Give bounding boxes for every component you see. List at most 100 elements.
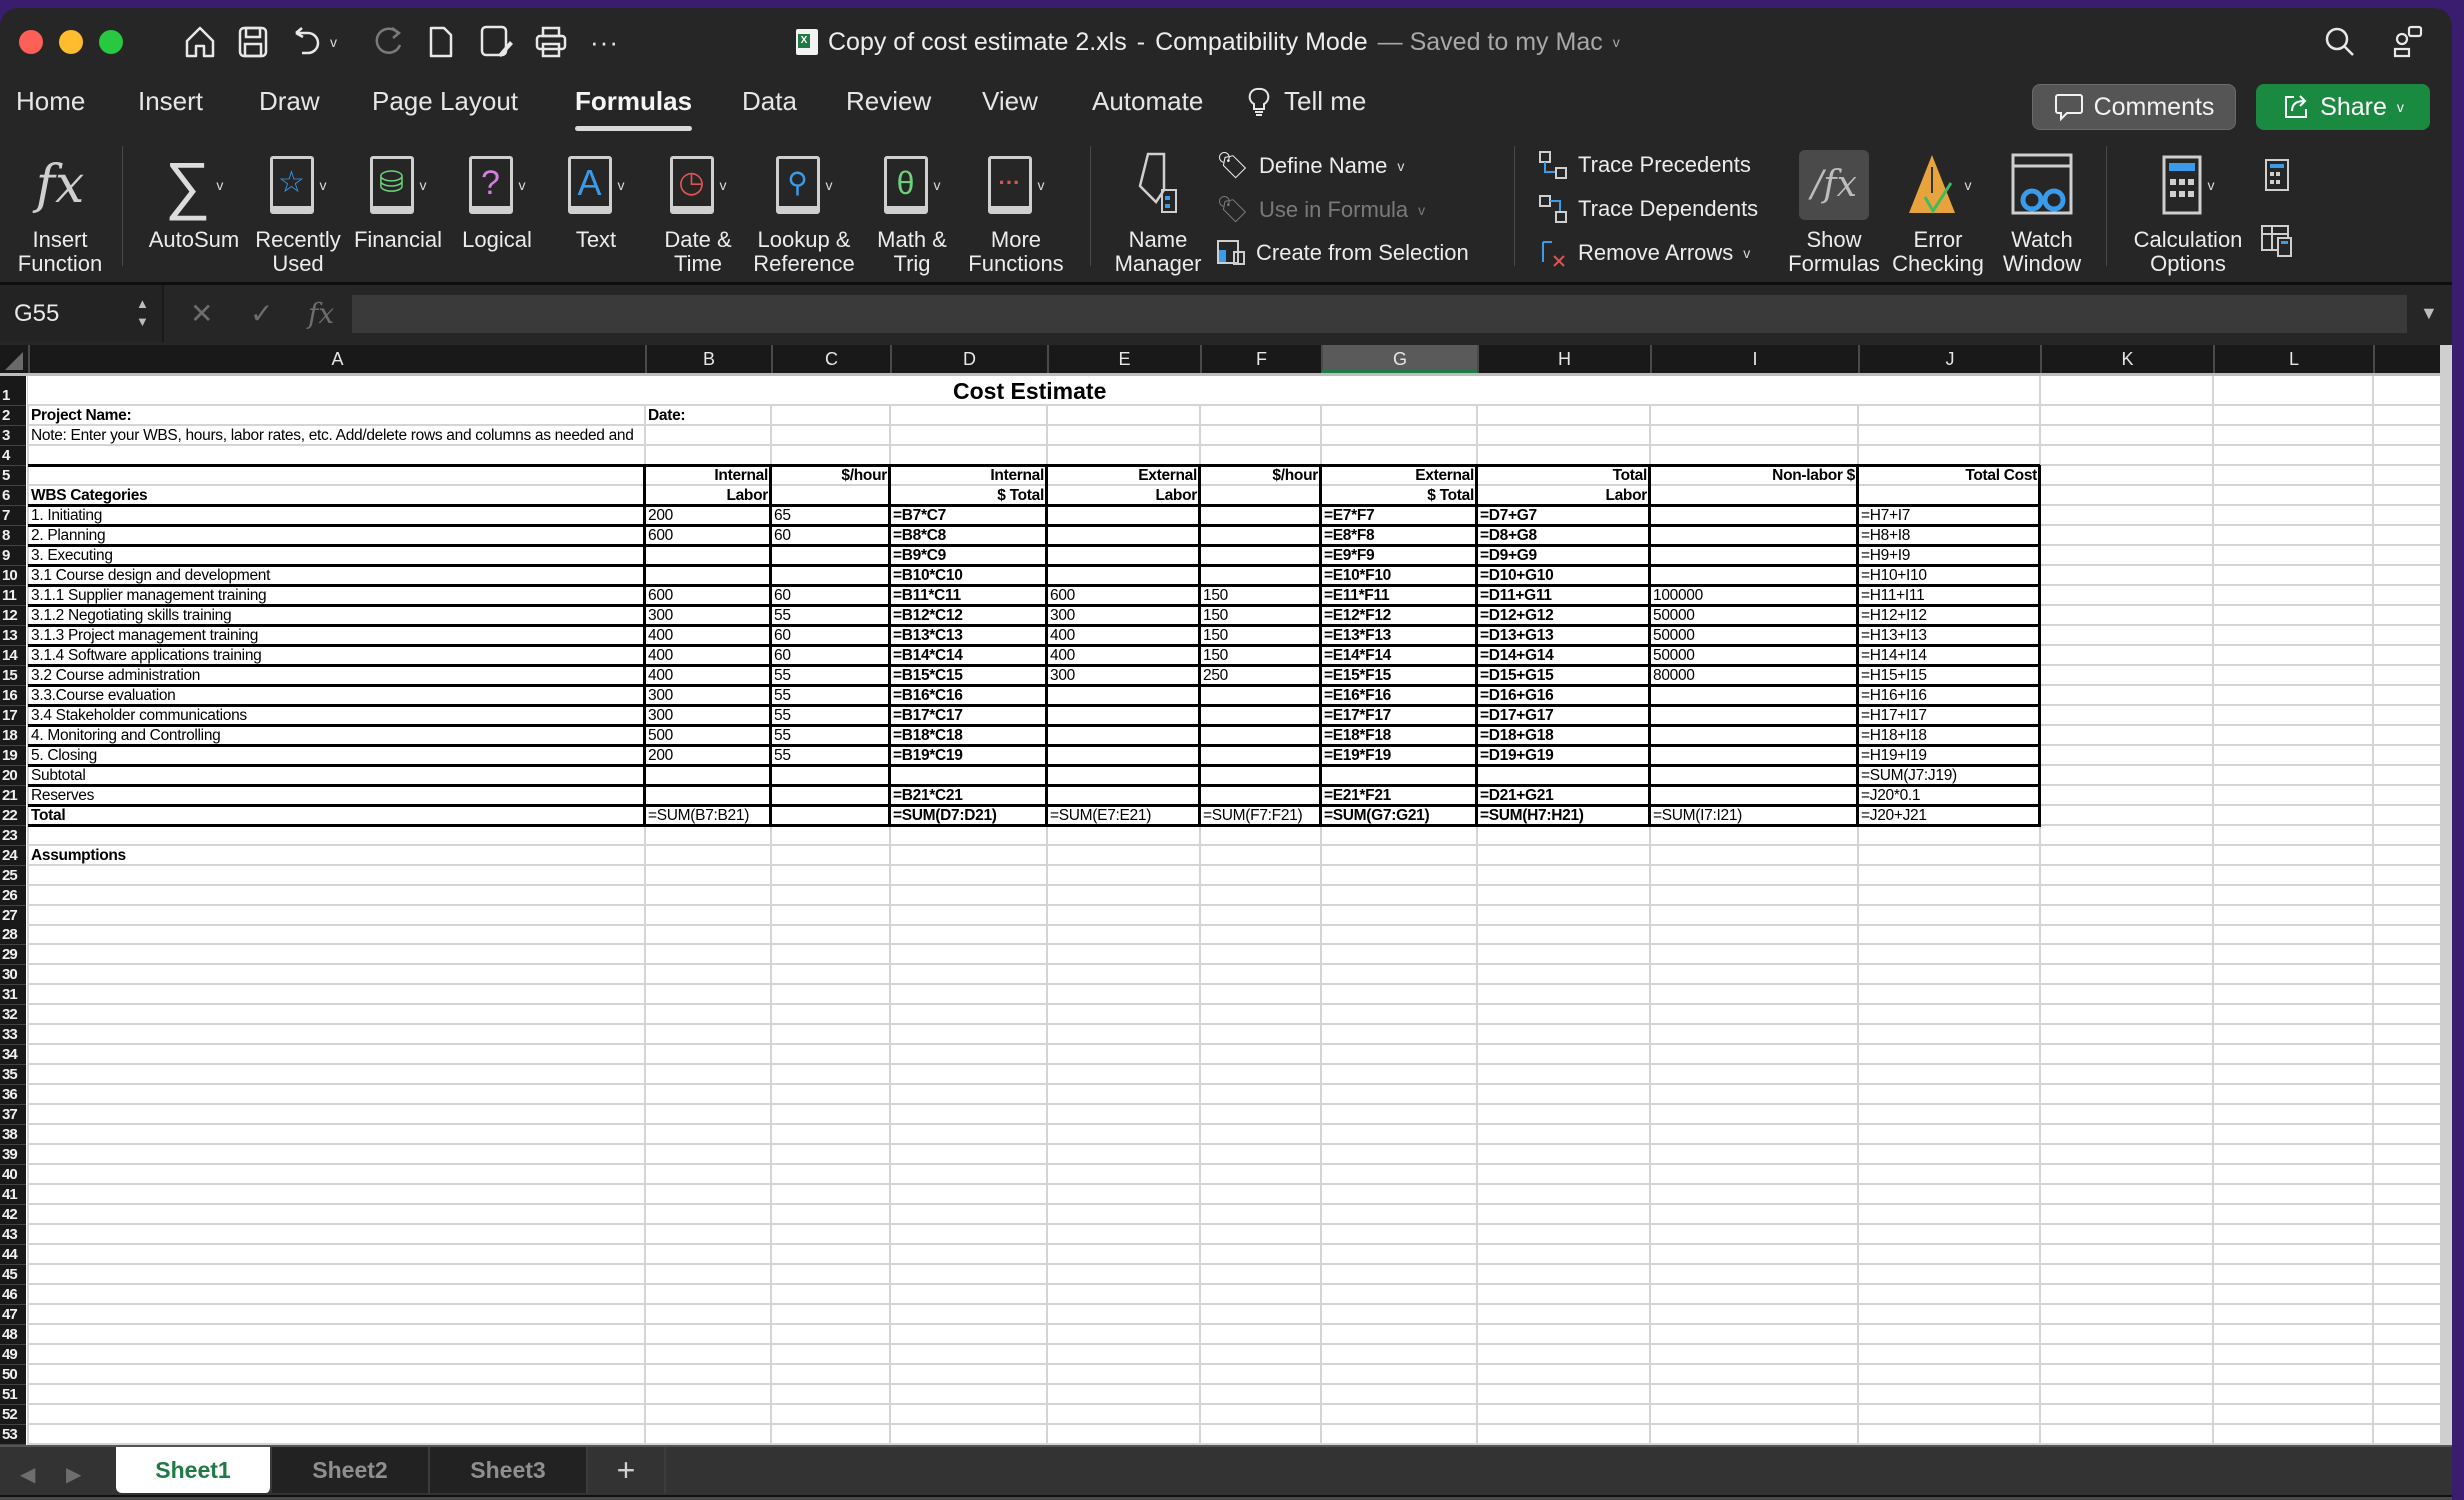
- cell-i22[interactable]: =SUM(I7:I21): [1650, 807, 1745, 825]
- cell-g11[interactable]: =E11*F11: [1321, 587, 1392, 605]
- cell-h22[interactable]: =SUM(H7:H21): [1477, 807, 1587, 825]
- row-header-9[interactable]: 9: [0, 545, 26, 566]
- share-dropdown-icon[interactable]: v: [2397, 99, 2404, 115]
- remove-arrows-button[interactable]: Remove Arrows v: [1538, 238, 1750, 268]
- cell-j14[interactable]: =H14+I14: [1858, 647, 1930, 665]
- cell-j13[interactable]: =H13+I13: [1858, 627, 1930, 645]
- cell-d7[interactable]: =B7*C7: [890, 507, 949, 525]
- cell-e22[interactable]: =SUM(E7:E21): [1047, 807, 1154, 825]
- cell-c13[interactable]: 60: [771, 627, 794, 645]
- row-header-29[interactable]: 29: [0, 945, 26, 966]
- row-header-46[interactable]: 46: [0, 1285, 26, 1306]
- column-header-e[interactable]: E: [1047, 345, 1200, 373]
- cell-g19[interactable]: =E19*F19: [1321, 747, 1394, 765]
- cell-b16[interactable]: 300: [645, 687, 676, 705]
- row-header-48[interactable]: 48: [0, 1325, 26, 1346]
- cell-h21[interactable]: =D21+G21: [1477, 787, 1556, 805]
- row-header-5[interactable]: 5: [0, 465, 26, 486]
- cell-f11[interactable]: 150: [1200, 587, 1231, 605]
- use-in-formula-button[interactable]: 🏷︎ Use in Formula v: [1216, 194, 1425, 225]
- row-header-23[interactable]: 23: [0, 825, 26, 846]
- cell-b15[interactable]: 400: [645, 667, 676, 685]
- cell-b11[interactable]: 600: [645, 587, 676, 605]
- cell-d22[interactable]: =SUM(D7:D21): [890, 807, 1000, 825]
- row-header-31[interactable]: 31: [0, 985, 26, 1006]
- wbs-category[interactable]: Total: [28, 807, 68, 825]
- calculate-sheet-button[interactable]: [2260, 224, 2294, 258]
- share-people-icon[interactable]: [2392, 22, 2424, 62]
- insert-function-button[interactable]: fx Insert Function: [14, 146, 106, 276]
- cell-e14[interactable]: 400: [1047, 647, 1078, 665]
- autosum-button[interactable]: ∑ v AutoSum: [142, 146, 246, 252]
- column-header-d[interactable]: D: [890, 345, 1047, 373]
- cell-d21[interactable]: =B21*C21: [890, 787, 966, 805]
- cell-h10[interactable]: =D10+G10: [1477, 567, 1556, 585]
- cell-h7[interactable]: =D7+G7: [1477, 507, 1540, 525]
- row-header-52[interactable]: 52: [0, 1405, 26, 1425]
- cell-j17[interactable]: =H17+I17: [1858, 707, 1930, 725]
- header-c5[interactable]: $/hour: [771, 467, 890, 485]
- header-g6[interactable]: $ Total: [1321, 487, 1477, 505]
- wbs-category[interactable]: 3.4 Stakeholder communications: [28, 707, 250, 725]
- row-header-44[interactable]: 44: [0, 1245, 26, 1266]
- cell-e15[interactable]: 300: [1047, 667, 1078, 685]
- cell-c8[interactable]: 60: [771, 527, 794, 545]
- calculation-options-button[interactable]: v Calculation Options: [2126, 146, 2250, 276]
- cell-i11[interactable]: 100000: [1650, 587, 1706, 605]
- wbs-category[interactable]: 3.1.4 Software applications training: [28, 647, 264, 665]
- cell-d14[interactable]: =B14*C14: [890, 647, 966, 665]
- header-e5[interactable]: External: [1047, 467, 1200, 485]
- row-header-15[interactable]: 15: [0, 665, 26, 686]
- cell-h13[interactable]: =D13+G13: [1477, 627, 1556, 645]
- logical-button[interactable]: ? v Logical: [450, 146, 544, 252]
- header-i5[interactable]: Non-labor $: [1650, 467, 1858, 485]
- previous-sheet-arrow[interactable]: ◀: [20, 1462, 35, 1487]
- wbs-category[interactable]: 2. Planning: [28, 527, 108, 545]
- cell-b13[interactable]: 400: [645, 627, 676, 645]
- row-header-51[interactable]: 51: [0, 1385, 26, 1406]
- cell-h8[interactable]: =D8+G8: [1477, 527, 1540, 545]
- cell-d16[interactable]: =B16*C16: [890, 687, 966, 705]
- row-header-32[interactable]: 32: [0, 1005, 26, 1026]
- cell-c15[interactable]: 55: [771, 667, 794, 685]
- cell-d13[interactable]: =B13*C13: [890, 627, 966, 645]
- wbs-category[interactable]: Reserves: [28, 787, 97, 805]
- recently-used-button[interactable]: ☆ v Recently Used: [246, 146, 350, 276]
- cell-h15[interactable]: =D15+G15: [1477, 667, 1556, 685]
- wbs-category[interactable]: 3.2 Course administration: [28, 667, 203, 685]
- cell-j7[interactable]: =H7+I7: [1858, 507, 1913, 525]
- cell-c17[interactable]: 55: [771, 707, 794, 725]
- tab-formulas[interactable]: Formulas: [575, 86, 693, 131]
- header-f5[interactable]: $/hour: [1200, 467, 1321, 485]
- maximize-window-button[interactable]: [99, 30, 123, 54]
- cell-b22[interactable]: =SUM(B7:B21): [645, 807, 752, 825]
- sheet-tab-sheet3[interactable]: Sheet3: [430, 1447, 588, 1493]
- cell-g12[interactable]: =E12*F12: [1321, 607, 1394, 625]
- cell-g22[interactable]: =SUM(G7:G21): [1321, 807, 1432, 825]
- cell-g14[interactable]: =E14*F14: [1321, 647, 1394, 665]
- cell-d15[interactable]: =B15*C15: [890, 667, 966, 685]
- row-header-13[interactable]: 13: [0, 625, 26, 646]
- add-sheet-button[interactable]: +: [588, 1447, 666, 1493]
- cell-d9[interactable]: =B9*C9: [890, 547, 949, 565]
- header-b5[interactable]: Internal: [645, 467, 771, 485]
- cell-g10[interactable]: =E10*F10: [1321, 567, 1394, 585]
- financial-button[interactable]: ⛁ v Financial: [348, 146, 448, 252]
- row-header-47[interactable]: 47: [0, 1305, 26, 1326]
- header-b6[interactable]: Labor: [645, 487, 771, 505]
- cell-d18[interactable]: =B18*C18: [890, 727, 966, 745]
- sheet-tab-sheet1[interactable]: Sheet1: [116, 1447, 272, 1493]
- row-header-34[interactable]: 34: [0, 1045, 26, 1066]
- cell-j8[interactable]: =H8+I8: [1858, 527, 1913, 545]
- sheet-tab-sheet2[interactable]: Sheet2: [272, 1447, 430, 1493]
- share-button[interactable]: Share v: [2256, 84, 2430, 130]
- cell-g21[interactable]: =E21*F21: [1321, 787, 1394, 805]
- column-header-g[interactable]: G: [1321, 345, 1477, 373]
- cell-g18[interactable]: =E18*F18: [1321, 727, 1394, 745]
- row-header-50[interactable]: 50: [0, 1365, 26, 1386]
- tab-view[interactable]: View: [982, 86, 1038, 117]
- tab-review[interactable]: Review: [846, 86, 931, 117]
- next-sheet-arrow[interactable]: ▶: [66, 1462, 81, 1487]
- cell-c19[interactable]: 55: [771, 747, 794, 765]
- wbs-category[interactable]: 3.1 Course design and development: [28, 567, 273, 585]
